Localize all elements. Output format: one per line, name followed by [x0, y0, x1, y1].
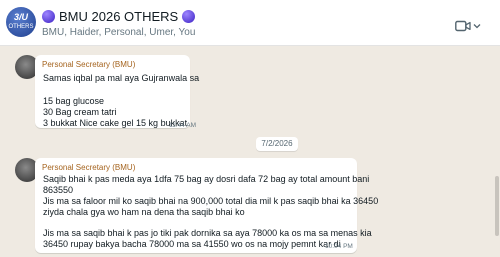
chat-header[interactable]: 3/U OTHERS BMU 2026 OTHERS BMU, Haider, …: [0, 0, 500, 46]
group-title: BMU 2026 OTHERS: [59, 8, 179, 24]
scrollbar-thumb[interactable]: [495, 176, 499, 236]
message-line: 15 bag glucose: [43, 96, 105, 106]
message-time: 10:04 PM: [325, 243, 353, 250]
message-line: 36450 rupay bakya bacha 78000 ma sa 4155…: [43, 239, 341, 249]
avatar-subtext: OTHERS: [8, 24, 34, 30]
avatar-text: 3/U: [13, 12, 28, 22]
sender-name[interactable]: Personal Secretary (BMU): [42, 60, 135, 69]
video-call-icon: [455, 20, 471, 32]
message-line: Samas iqbal pa mal aya Gujranwala sa: [43, 73, 200, 83]
message-time: 11:44 AM: [169, 122, 196, 129]
group-title-row[interactable]: BMU 2026 OTHERS: [42, 8, 196, 24]
message-bubble[interactable]: Personal Secretary (BMU) Saqib bhai k pa…: [35, 158, 378, 253]
message-line: 30 Bag cream tatri: [43, 107, 117, 117]
message-line: Jis ma sa saqib bhai k pas jo tiki pak d…: [43, 228, 372, 238]
message-line: Jis ma sa faloor mil ko saqib bhai na 90…: [43, 196, 379, 206]
message-line: 863550: [43, 185, 74, 195]
sender-name[interactable]: Personal Secretary (BMU): [42, 163, 135, 172]
chat-scrollbar[interactable]: [495, 46, 500, 257]
group-avatar[interactable]: 3/U OTHERS: [6, 7, 36, 37]
chevron-down-icon: [473, 24, 481, 29]
date-separator: 7/2/2026: [256, 137, 298, 151]
purple-circle-icon: [182, 9, 196, 23]
message-line: Saqib bhai k pas meda aya 1dfa 75 bag ay…: [43, 174, 370, 184]
message-line: ziyda chala gya wo ham na dena tha saqib…: [43, 207, 245, 217]
chat-window: 3/U OTHERS BMU 2026 OTHERS BMU, Haider, …: [0, 0, 500, 257]
video-call-button[interactable]: [455, 18, 485, 34]
message-line: 3 bukkat Nice cake gel 15 kg bukkat: [43, 118, 188, 128]
message-bubble[interactable]: Personal Secretary (BMU) Samas iqbal pa …: [35, 55, 199, 129]
group-members: BMU, Haider, Personal, Umer, You: [42, 27, 196, 38]
purple-circle-icon: [42, 9, 55, 23]
